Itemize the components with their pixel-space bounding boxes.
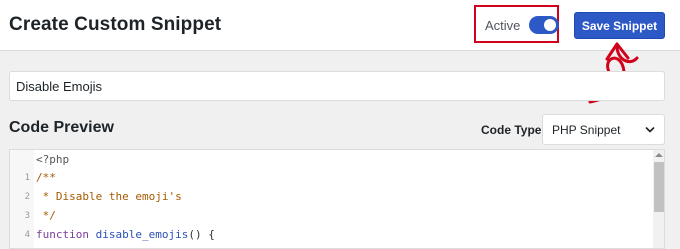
line-number: 4 (24, 230, 30, 240)
save-snippet-button[interactable]: Save Snippet (574, 12, 665, 39)
code-type-value: PHP Snippet (552, 123, 621, 137)
page-title: Create Custom Snippet (9, 14, 222, 35)
code-type-label: Code Type (481, 123, 542, 137)
code-editor[interactable]: 1 2 3 4 <?php /** * Disable the emoji's … (9, 149, 665, 249)
editor-scrollbar[interactable] (653, 150, 664, 248)
code-line: */ (36, 209, 56, 222)
active-label: Active (485, 18, 521, 33)
snippet-title-input[interactable] (9, 71, 665, 101)
line-number: 3 (24, 211, 30, 221)
scrollbar-thumb[interactable] (654, 162, 664, 212)
toggle-knob (544, 19, 556, 31)
chevron-down-icon (645, 127, 655, 133)
page-header: Create Custom Snippet Active Save Snippe… (0, 0, 680, 51)
active-toggle[interactable] (529, 16, 559, 34)
code-line: <?php (36, 153, 70, 166)
line-number-gutter: 1 2 3 4 (10, 150, 34, 248)
line-number: 1 (24, 173, 30, 183)
code-function-name: disable_emojis (95, 228, 189, 241)
code-line: function disable_emojis() { (36, 228, 215, 241)
code-line: /** (36, 171, 56, 184)
line-number: 2 (24, 192, 30, 202)
code-keyword: function (36, 228, 89, 241)
scroll-up-icon[interactable] (655, 153, 663, 157)
code-preview-title: Code Preview (9, 119, 114, 136)
code-text: () { (188, 228, 215, 241)
code-type-select[interactable]: PHP Snippet (542, 114, 665, 145)
code-line: * Disable the emoji's (36, 190, 182, 203)
